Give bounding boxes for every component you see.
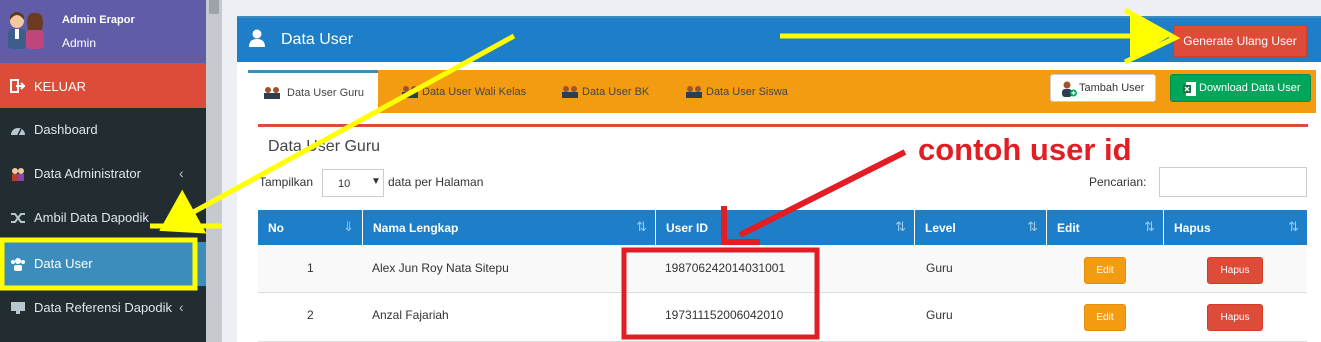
page-size-select[interactable]: 10 ▼ — [322, 169, 384, 197]
cell-user-id: 197311152006042010 — [665, 308, 784, 322]
sidebar-item-label: Data Referensi Dapodik — [34, 300, 173, 315]
delete-button[interactable]: Hapus — [1207, 304, 1263, 331]
col-header-user-id[interactable]: User ID ⇅ — [656, 210, 915, 245]
scrollbar-track[interactable] — [206, 0, 222, 342]
tab-data-user-guru[interactable]: Data User Guru — [248, 70, 378, 113]
add-user-button[interactable]: Tambah User — [1050, 74, 1156, 102]
show-label: Tampilkan — [259, 175, 314, 189]
cell-level: Guru — [926, 261, 953, 275]
tab-bar: Data User Guru Data User Wali Kelas Data… — [248, 70, 1316, 113]
sidebar-item-label: Dashboard — [34, 122, 98, 137]
add-user-label: Tambah User — [1079, 82, 1145, 94]
sidebar-item-data-user[interactable]: Data User — [0, 242, 206, 286]
cell-no: 2 — [307, 308, 314, 322]
cell-name: Anzal Fajariah — [372, 308, 449, 322]
shuffle-icon — [11, 213, 25, 223]
sidebar-item-dashboard[interactable]: Dashboard — [0, 108, 206, 152]
chevron-left-icon: ‹ — [179, 299, 184, 315]
tab-data-user-wali-kelas[interactable]: Data User Wali Kelas — [400, 70, 530, 113]
users-icon — [686, 86, 702, 98]
col-header-edit[interactable]: Edit ⇅ — [1047, 210, 1164, 245]
col-header-label: Level — [925, 221, 956, 235]
tab-label: Data User Wali Kelas — [422, 86, 527, 98]
caret-down-icon: ▼ — [371, 176, 381, 187]
table-row: 1 Alex Jun Roy Nata Sitepu 1987062420140… — [258, 245, 1307, 293]
users-icon — [402, 86, 418, 98]
col-header-hapus[interactable]: Hapus ⇅ — [1164, 210, 1307, 245]
user-role: Admin — [62, 36, 97, 50]
dashboard-icon — [11, 128, 25, 136]
col-header-label: Edit — [1057, 221, 1080, 235]
col-header-label: Hapus — [1174, 221, 1211, 235]
tab-label: Data User Siswa — [706, 86, 788, 98]
panel-title: Data User Guru — [268, 138, 381, 155]
logout-label: KELUAR — [34, 79, 87, 94]
users-icon — [11, 258, 25, 271]
sidebar-item-data-administrator[interactable]: Data Administrator ‹ — [0, 152, 206, 196]
search-label: Pencarian: — [1089, 175, 1147, 189]
user-panel: Admin Erapor Admin — [0, 0, 206, 63]
user-icon — [249, 29, 265, 47]
col-header-no[interactable]: No ⇓ — [258, 210, 363, 245]
sort-icon: ⇅ — [636, 219, 647, 234]
tab-label: Data User BK — [582, 86, 650, 98]
tab-label: Data User Guru — [287, 87, 365, 99]
edit-button[interactable]: Edit — [1084, 257, 1126, 284]
download-label: Download Data User — [1199, 82, 1301, 94]
generate-user-button[interactable]: Generate Ulang User — [1173, 25, 1307, 57]
sidebar-item-data-referensi-dapodik[interactable]: Data Referensi Dapodik ‹ — [0, 286, 206, 330]
scrollbar-thumb[interactable] — [209, 0, 219, 14]
sidebar-item-ambil-data-dapodik[interactable]: Ambil Data Dapodik — [0, 196, 206, 240]
users-icon — [12, 168, 24, 181]
sort-icon: ⇅ — [1027, 219, 1038, 234]
edit-button[interactable]: Edit — [1084, 304, 1126, 331]
col-header-nama[interactable]: Nama Lengkap ⇅ — [363, 210, 656, 245]
col-header-label: User ID — [666, 221, 709, 235]
cell-no: 1 — [307, 261, 314, 275]
download-user-button[interactable]: Download Data User — [1170, 74, 1311, 102]
page-title: Data User — [281, 31, 354, 48]
cell-user-id: 198706242014031001 — [665, 261, 786, 275]
sidebar-item-label: Ambil Data Dapodik — [34, 210, 149, 225]
sort-desc-icon: ⇓ — [343, 219, 354, 234]
show-suffix: data per Halaman — [388, 175, 484, 189]
add-user-icon — [1062, 81, 1077, 97]
sort-icon: ⇅ — [895, 219, 906, 234]
admin-avatar-icon — [8, 12, 44, 49]
box-header: Data User Generate Ulang User — [237, 18, 1321, 62]
sign-out-icon — [10, 79, 26, 93]
excel-file-icon — [1183, 82, 1196, 96]
users-icon — [562, 86, 578, 98]
cell-level: Guru — [926, 308, 953, 322]
search-input[interactable] — [1159, 167, 1307, 197]
sidebar-item-label: Data User — [34, 256, 93, 271]
sort-icon: ⇅ — [1288, 219, 1299, 234]
col-header-label: No — [268, 221, 284, 235]
user-name: Admin Erapor — [62, 14, 135, 26]
logout-button[interactable]: KELUAR — [0, 63, 206, 108]
users-icon — [264, 87, 280, 99]
sort-icon: ⇅ — [1144, 219, 1155, 234]
chevron-left-icon: ‹ — [179, 165, 184, 181]
delete-button[interactable]: Hapus — [1207, 257, 1263, 284]
col-header-label: Nama Lengkap — [373, 221, 459, 235]
page-size-value: 10 — [338, 178, 351, 190]
sidebar-item-label: Data Administrator — [34, 166, 141, 181]
desktop-icon — [11, 302, 25, 314]
cell-name: Alex Jun Roy Nata Sitepu — [372, 261, 509, 275]
table-row: 2 Anzal Fajariah 197311152006042010 Guru… — [258, 294, 1307, 342]
col-header-level[interactable]: Level ⇅ — [915, 210, 1047, 245]
tab-data-user-bk[interactable]: Data User BK — [560, 70, 650, 113]
annotation-label: contoh user id — [918, 132, 1132, 167]
tab-data-user-siswa[interactable]: Data User Siswa — [684, 70, 794, 113]
